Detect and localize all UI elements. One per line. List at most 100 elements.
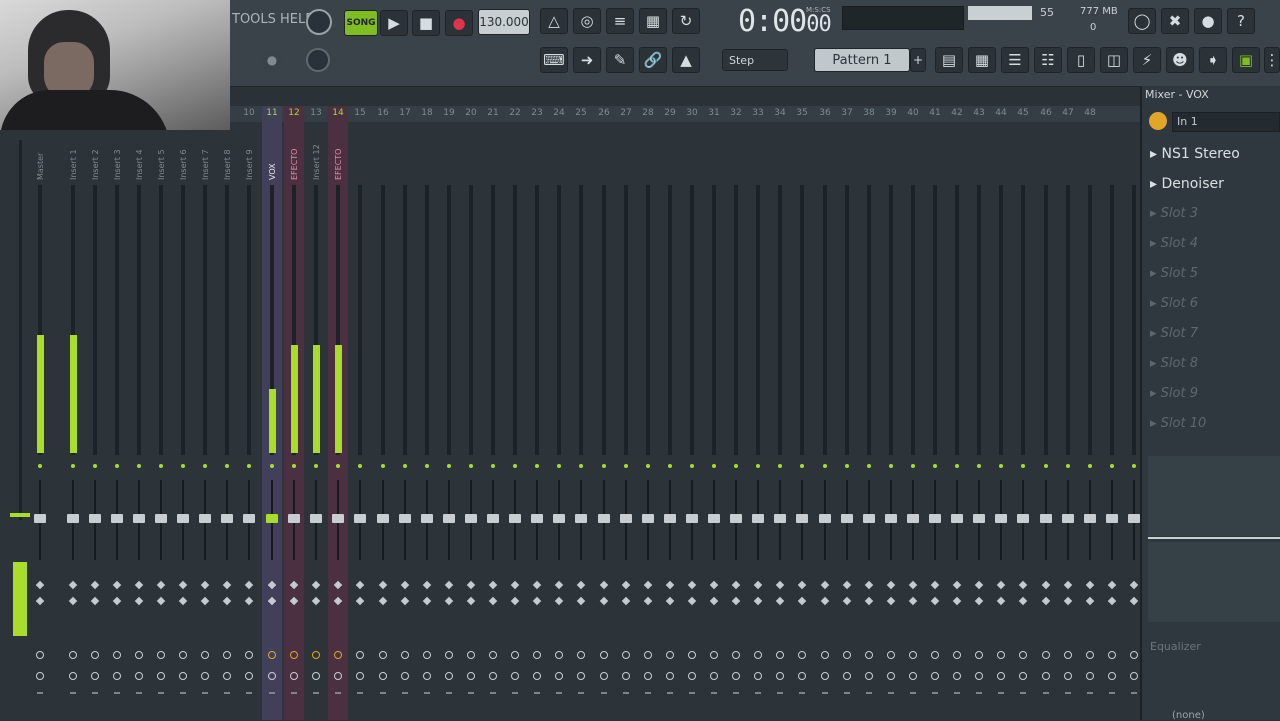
volume-fader[interactable] — [111, 514, 123, 523]
route-knob[interactable] — [91, 672, 99, 680]
route-knob[interactable] — [489, 672, 497, 680]
playlist-view-icon[interactable]: ☰ — [1001, 47, 1029, 73]
link-icon[interactable]: 🔗 — [639, 47, 667, 73]
send-knob[interactable] — [334, 651, 342, 659]
effect-slot[interactable]: ▸ Denoiser — [1150, 176, 1224, 192]
send-knob[interactable] — [179, 651, 187, 659]
snap-select[interactable]: Step — [722, 49, 788, 71]
send-knob[interactable] — [821, 651, 829, 659]
volume-fader[interactable] — [1017, 514, 1029, 523]
route-knob[interactable] — [688, 672, 696, 680]
send-knob[interactable] — [644, 651, 652, 659]
volume-fader[interactable] — [421, 514, 433, 523]
send-knob[interactable] — [622, 651, 630, 659]
more-icon[interactable]: ⋮ — [1264, 47, 1280, 73]
route-knob[interactable] — [555, 672, 563, 680]
route-knob[interactable] — [135, 672, 143, 680]
volume-fader[interactable] — [487, 514, 499, 523]
volume-fader[interactable] — [1084, 514, 1096, 523]
route-knob[interactable] — [245, 672, 253, 680]
send-knob[interactable] — [489, 651, 497, 659]
send-knob[interactable] — [688, 651, 696, 659]
song-mode-icon[interactable]: ● — [262, 50, 282, 70]
send-knob[interactable] — [36, 651, 44, 659]
send-knob[interactable] — [401, 651, 409, 659]
route-knob[interactable] — [157, 672, 165, 680]
effect-slot[interactable]: ▸ Slot 5 — [1150, 266, 1198, 281]
strip-name-label[interactable]: VOX — [268, 163, 277, 180]
loop-record-icon[interactable]: ↻ — [672, 8, 700, 34]
route-knob[interactable] — [290, 672, 298, 680]
route-knob[interactable] — [821, 672, 829, 680]
route-knob[interactable] — [622, 672, 630, 680]
route-knob[interactable] — [865, 672, 873, 680]
strip-name-label[interactable]: Insert 8 — [223, 149, 232, 180]
send-knob[interactable] — [245, 651, 253, 659]
route-knob[interactable] — [1108, 672, 1116, 680]
volume-fader[interactable] — [796, 514, 808, 523]
volume-fader[interactable] — [531, 514, 543, 523]
send-knob[interactable] — [577, 651, 585, 659]
send-knob[interactable] — [356, 651, 364, 659]
send-knob[interactable] — [379, 651, 387, 659]
volume-fader[interactable] — [575, 514, 587, 523]
send-knob[interactable] — [798, 651, 806, 659]
send-knob[interactable] — [555, 651, 563, 659]
route-knob[interactable] — [644, 672, 652, 680]
volume-fader[interactable] — [642, 514, 654, 523]
strip-name-label[interactable]: Insert 6 — [179, 149, 188, 180]
send-knob[interactable] — [157, 651, 165, 659]
strip-name-label[interactable]: Insert 12 — [312, 144, 321, 180]
volume-fader[interactable] — [133, 514, 145, 523]
route-knob[interactable] — [887, 672, 895, 680]
metronome-icon[interactable]: △ — [540, 8, 568, 34]
volume-fader[interactable] — [332, 514, 344, 523]
send-knob[interactable] — [1086, 651, 1094, 659]
effect-slot[interactable]: ▸ Slot 7 — [1150, 326, 1198, 341]
send-knob[interactable] — [732, 651, 740, 659]
plugin-icon[interactable]: ⚡ — [1133, 47, 1161, 73]
stop-icon[interactable]: ■ — [412, 10, 440, 36]
effect-slot[interactable]: ▸ Slot 9 — [1150, 386, 1198, 401]
route-knob[interactable] — [843, 672, 851, 680]
volume-fader[interactable] — [863, 514, 875, 523]
send-knob[interactable] — [1064, 651, 1072, 659]
mixer-icon[interactable]: ☷ — [1034, 47, 1062, 73]
wait-for-input-icon[interactable]: ◎ — [573, 8, 601, 34]
volume-fader[interactable] — [199, 514, 211, 523]
master-fader-handle[interactable] — [10, 513, 30, 517]
strip-name-label[interactable]: Insert 9 — [245, 149, 254, 180]
volume-fader[interactable] — [399, 514, 411, 523]
strip-name-label[interactable]: Insert 1 — [69, 149, 78, 180]
route-knob[interactable] — [754, 672, 762, 680]
route-knob[interactable] — [356, 672, 364, 680]
volume-fader[interactable] — [752, 514, 764, 523]
piano-roll-icon[interactable]: ▦ — [968, 47, 996, 73]
route-knob[interactable] — [909, 672, 917, 680]
send-knob[interactable] — [467, 651, 475, 659]
send-knob[interactable] — [511, 651, 519, 659]
effect-slot[interactable]: ▸ Slot 10 — [1150, 416, 1206, 431]
route-knob[interactable] — [179, 672, 187, 680]
route-knob[interactable] — [69, 672, 77, 680]
route-knob[interactable] — [1019, 672, 1027, 680]
effect-slot[interactable]: ▸ Slot 6 — [1150, 296, 1198, 311]
volume-fader[interactable] — [730, 514, 742, 523]
send-knob[interactable] — [1042, 651, 1050, 659]
volume-fader[interactable] — [553, 514, 565, 523]
route-knob[interactable] — [798, 672, 806, 680]
send-knob[interactable] — [666, 651, 674, 659]
route-knob[interactable] — [1042, 672, 1050, 680]
send-knob[interactable] — [201, 651, 209, 659]
playlist-icon[interactable]: ✖ — [1161, 8, 1189, 34]
volume-fader[interactable] — [377, 514, 389, 523]
route-knob[interactable] — [312, 672, 320, 680]
route-knob[interactable] — [600, 672, 608, 680]
send-knob[interactable] — [600, 651, 608, 659]
route-knob[interactable] — [732, 672, 740, 680]
volume-fader[interactable] — [67, 514, 79, 523]
effect-slot[interactable]: ▸ Slot 3 — [1150, 206, 1198, 221]
route-knob[interactable] — [401, 672, 409, 680]
send-knob[interactable] — [1130, 651, 1138, 659]
route-knob[interactable] — [666, 672, 674, 680]
